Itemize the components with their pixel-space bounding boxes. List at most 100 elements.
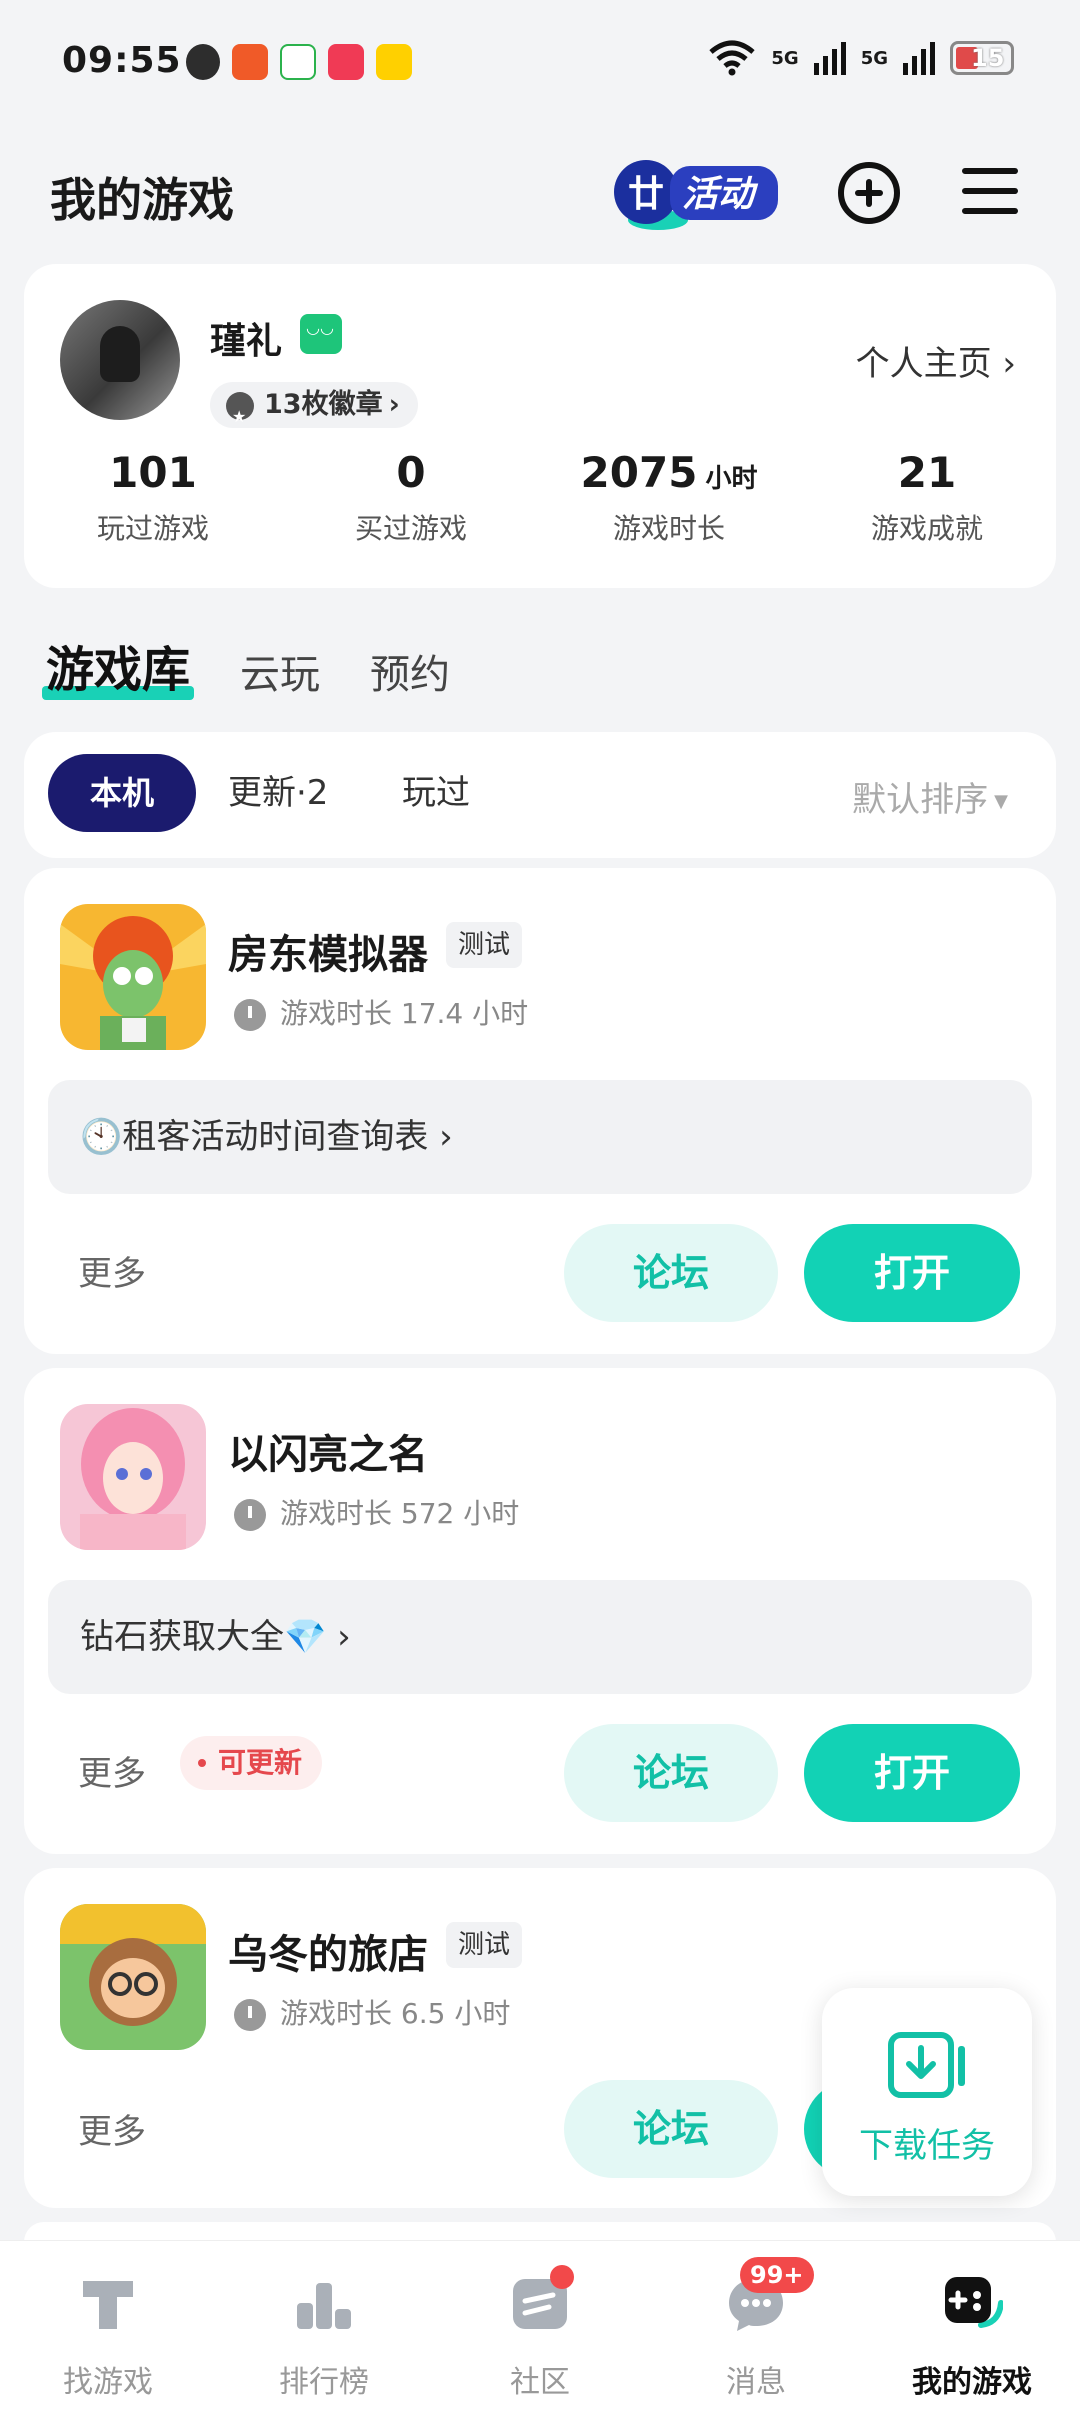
more-button[interactable]: 更多 [78,1246,146,1295]
stat-value: 2075 [580,448,698,497]
stat-label: 游戏成就 [870,512,983,545]
game-tip-link[interactable]: 🕙租客活动时间查询表 › [48,1080,1032,1194]
filter-chip-updates[interactable]: 更新·2 [228,754,328,832]
avatar[interactable] [60,300,180,420]
cell-signal-icon [813,42,846,75]
profile-home-link[interactable]: 个人主页 › [856,336,1016,385]
stopwatch-icon [234,1999,266,2031]
game-tip-text: 🕙租客活动时间查询表 [80,1117,429,1157]
filter-chip-local[interactable]: 本机 [48,754,196,832]
menu-icon[interactable] [962,168,1018,218]
chevron-right-icon: › [1002,344,1016,384]
stat-bought-games[interactable]: 0 买过游戏 [282,448,540,547]
ranking-icon [297,2283,351,2329]
chevron-right-icon: › [326,1617,351,1657]
stat-value: 0 [396,448,426,497]
status-app-icons [186,44,412,80]
stat-label: 游戏时长 [612,512,725,545]
game-icon-landlord-simulator[interactable] [60,904,206,1050]
activity-logo-text: 活动 [682,174,759,215]
game-tip-link[interactable]: 钻石获取大全💎 › [48,1580,1032,1694]
stat-achievements[interactable]: 21 游戏成就 [798,448,1056,547]
stat-value: 101 [109,448,197,497]
stat-label: 买过游戏 [354,512,467,545]
message-count-badge: 99+ [740,2257,814,2293]
game-playtime-text: 游戏时长 6.5 小时 [280,1997,511,2030]
sort-label: 默认排序 [852,780,989,820]
profile-home-label: 个人主页 [855,344,992,384]
chevron-right-icon: › [428,1117,453,1157]
signal-5g-label-2: 5G [860,47,888,69]
library-tabs: 游戏库 云玩 预约 [41,630,450,700]
open-button[interactable]: 打开 [804,1724,1020,1822]
update-available-badge[interactable]: 可更新 [180,1736,323,1790]
download-task-label: 下载任务 [859,2126,995,2166]
stat-label: 玩过游戏 [96,512,209,545]
status-bar: 09:55 5G 5G 15 [0,0,1080,130]
stat-play-time[interactable]: 2075 小时 游戏时长 [540,448,798,547]
more-button[interactable]: 更多 [78,1746,146,1795]
stat-played-games[interactable]: 101 玩过游戏 [24,448,282,547]
music-app-icon [328,44,364,80]
game-tag: 测试 [446,922,523,968]
nav-find-game[interactable]: 找游戏 [0,2241,216,2414]
game-name: 房东模拟器 [228,932,428,978]
chevron-right-icon: › [388,389,400,420]
download-icon [888,2032,965,2098]
forum-button[interactable]: 论坛 [564,1724,778,1822]
game-card: 房东模拟器 测试 游戏时长 17.4 小时 🕙租客活动时间查询表 › 更多 论坛… [24,868,1056,1354]
bottom-nav: 找游戏 排行榜 社区 99+ 消息 我的游戏 [0,2240,1080,2414]
tab-game-library[interactable]: 游戏库 [41,630,195,700]
gamepad-icon [945,2277,1003,2328]
game-icon-shining-nikki[interactable] [60,1404,206,1550]
wechat-icon [186,44,220,80]
game-name: 乌冬的旅店 [228,1932,428,1978]
video-app-icon [232,44,268,80]
nav-my-games[interactable]: 我的游戏 [864,2241,1080,2414]
caret-down-icon: ▼ [994,791,1008,812]
nav-messages[interactable]: 99+ 消息 [648,2241,864,2414]
meituan-icon [376,44,412,80]
filter-chip-played[interactable]: 玩过 [402,754,470,832]
nav-community[interactable]: 社区 [432,2241,648,2414]
forum-button[interactable]: 论坛 [564,2080,778,2178]
forum-button[interactable]: 论坛 [564,1224,778,1322]
activity-logo[interactable]: 廿 活动 [598,148,784,238]
profile-stats: 101 玩过游戏 0 买过游戏 2075 小时 游戏时长 21 游戏成就 [24,448,1056,547]
game-playtime: 游戏时长 572 小时 [234,1492,519,1532]
tab-cloud-play[interactable]: 云玩 [240,642,320,700]
game-tag: 测试 [446,1922,523,1968]
page-title: 我的游戏 [50,173,234,227]
signal-5g-label-1: 5G [771,47,799,69]
game-playtime: 游戏时长 17.4 小时 [234,992,528,1032]
game-playtime-text: 游戏时长 17.4 小时 [280,997,529,1030]
stopwatch-icon [234,1499,266,1531]
download-task-button[interactable]: 下载任务 [822,1988,1032,2196]
add-button[interactable] [838,162,900,224]
battery-level: 15 [971,44,1005,72]
badges-button[interactable]: 13枚徽章› [210,382,418,440]
badges-label: 13枚徽章 [264,389,383,420]
tab-reservations[interactable]: 预约 [370,642,450,700]
profile-card: 瑾礼 13枚徽章› 个人主页 › 101 玩过游戏 0 买过游戏 2075小时 … [24,264,1056,588]
notification-dot [550,2265,574,2289]
nav-label: 排行榜 [279,2365,369,2400]
nav-ranking[interactable]: 排行榜 [216,2241,432,2414]
username: 瑾礼 [210,321,283,362]
more-button[interactable]: 更多 [78,2104,146,2153]
svg-text:廿: 廿 [628,174,664,215]
filter-bar: 本机 更新·2 玩过 默认排序 ▼ [24,732,1056,858]
sort-dropdown[interactable]: 默认排序 ▼ [852,772,1008,821]
game-playtime: 游戏时长 6.5 小时 [234,1992,510,2032]
stopwatch-icon [234,999,266,1031]
open-button[interactable]: 打开 [804,1224,1020,1322]
medal-icon [226,392,254,440]
vip-icon[interactable] [300,314,342,354]
stat-unit: 小时 [705,464,758,494]
status-time: 09:55 [62,40,182,81]
nav-label: 社区 [510,2365,570,2400]
nav-label: 找游戏 [63,2365,153,2400]
cell-signal-icon [903,42,935,75]
game-icon-udon-inn[interactable] [60,1904,206,2050]
tencent-video-icon [280,44,316,80]
